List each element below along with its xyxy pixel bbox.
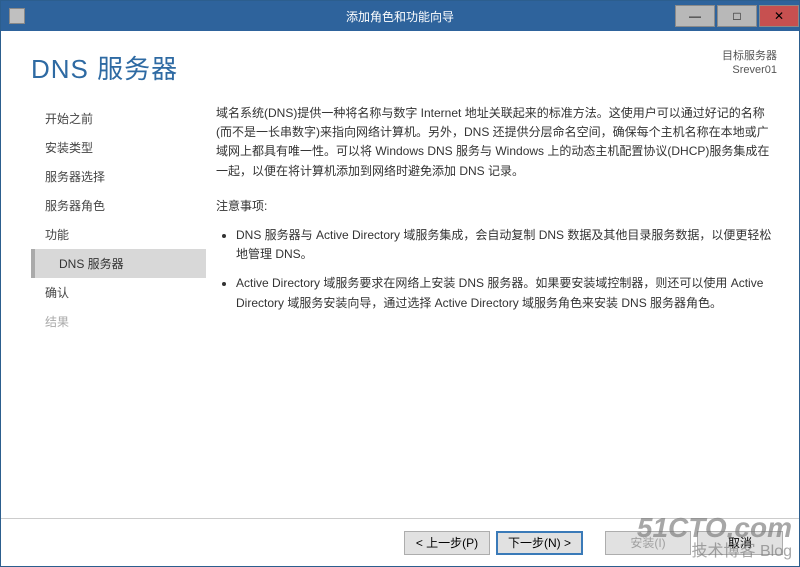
- intro-paragraph: 域名系统(DNS)提供一种将名称与数字 Internet 地址关联起来的标准方法…: [216, 104, 777, 181]
- close-button[interactable]: ✕: [759, 5, 799, 27]
- minimize-button[interactable]: —: [675, 5, 715, 27]
- header-row: DNS 服务器 目标服务器 Srever01: [31, 49, 777, 86]
- note-item: DNS 服务器与 Active Directory 域服务集成，会自动复制 DN…: [236, 226, 777, 264]
- app-icon: [9, 8, 25, 24]
- window-title: 添加角色和功能向导: [346, 8, 454, 25]
- nav-confirmation[interactable]: 确认: [31, 278, 206, 307]
- wizard-footer: < 上一步(P) 下一步(N) > 安装(I) 取消: [1, 518, 799, 566]
- main-content: 域名系统(DNS)提供一种将名称与数字 Internet 地址关联起来的标准方法…: [206, 104, 777, 518]
- nav-before-you-begin[interactable]: 开始之前: [31, 104, 206, 133]
- close-icon: ✕: [774, 9, 784, 23]
- titlebar-controls: — □ ✕: [673, 5, 799, 27]
- nav-results: 结果: [31, 307, 206, 336]
- page-title: DNS 服务器: [31, 49, 178, 86]
- titlebar-left: [9, 8, 25, 24]
- maximize-icon: □: [733, 9, 740, 23]
- next-button[interactable]: 下一步(N) >: [496, 531, 583, 555]
- previous-button[interactable]: < 上一步(P): [404, 531, 490, 555]
- target-server-label: 目标服务器: [722, 49, 777, 63]
- body-row: 开始之前 安装类型 服务器选择 服务器角色 功能 DNS 服务器 确认 结果 域…: [31, 104, 777, 518]
- wizard-window: 添加角色和功能向导 — □ ✕ DNS 服务器 目标服务器 Srever01 开: [0, 0, 800, 567]
- nav-server-selection[interactable]: 服务器选择: [31, 162, 206, 191]
- content-area: DNS 服务器 目标服务器 Srever01 开始之前 安装类型 服务器选择 服…: [1, 31, 799, 518]
- nav-installation-type[interactable]: 安装类型: [31, 133, 206, 162]
- maximize-button[interactable]: □: [717, 5, 757, 27]
- wizard-nav: 开始之前 安装类型 服务器选择 服务器角色 功能 DNS 服务器 确认 结果: [31, 104, 206, 518]
- notes-list: DNS 服务器与 Active Directory 域服务集成，会自动复制 DN…: [216, 226, 777, 313]
- note-item: Active Directory 域服务要求在网络上安装 DNS 服务器。如果要…: [236, 274, 777, 312]
- target-server-info: 目标服务器 Srever01: [722, 49, 777, 78]
- install-button: 安装(I): [605, 531, 691, 555]
- nav-dns-server[interactable]: DNS 服务器: [31, 249, 206, 278]
- titlebar: 添加角色和功能向导 — □ ✕: [1, 1, 799, 31]
- nav-server-roles[interactable]: 服务器角色: [31, 191, 206, 220]
- nav-features[interactable]: 功能: [31, 220, 206, 249]
- target-server-name: Srever01: [722, 63, 777, 77]
- notes-label: 注意事项:: [216, 197, 777, 216]
- minimize-icon: —: [689, 9, 701, 23]
- cancel-button[interactable]: 取消: [697, 531, 783, 555]
